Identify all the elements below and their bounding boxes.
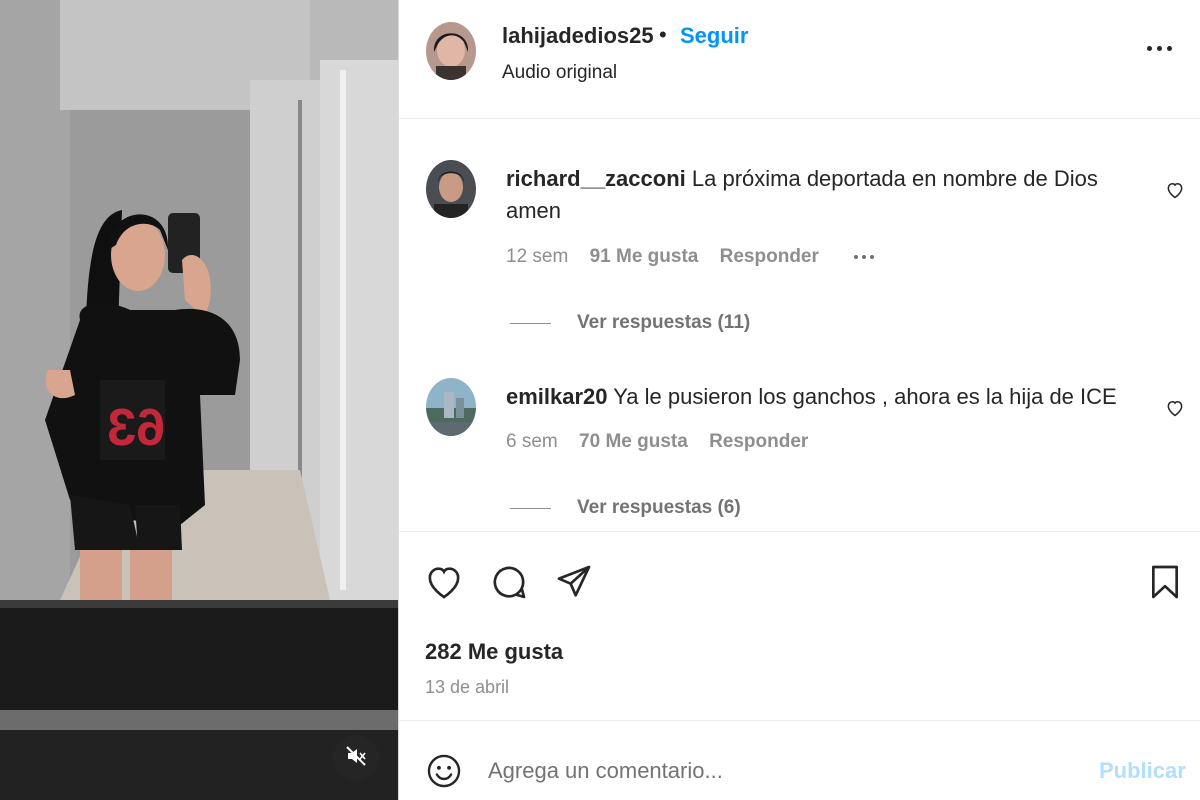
like-button[interactable] [424, 562, 464, 602]
more-horizontal-icon [1147, 45, 1152, 51]
comment-input[interactable] [488, 755, 1078, 787]
comment-icon [493, 566, 526, 599]
comment-button[interactable] [489, 562, 529, 602]
emoji-picker-button[interactable] [425, 752, 463, 790]
more-dot [1157, 45, 1162, 51]
comment-username[interactable]: emilkar20 [506, 384, 608, 409]
view-replies-label: Ver respuestas (6) [577, 497, 741, 518]
post-header: lahijadedios25 • Seguir Audio original [399, 0, 1200, 119]
view-replies-label: Ver respuestas (11) [577, 312, 751, 333]
comment-options-button[interactable] [854, 254, 875, 259]
comment-body: richard__zacconi La próxima deportada en… [506, 163, 1126, 227]
reply-button[interactable]: Responder [720, 246, 819, 267]
post-date: 13 de abril [425, 677, 510, 697]
separator-dot: • [659, 22, 667, 47]
speaker-muted-icon [344, 744, 368, 773]
comment-like-button[interactable] [1165, 180, 1185, 200]
post-media-video[interactable]: 63 [0, 0, 398, 800]
publish-button[interactable]: Publicar [1099, 758, 1186, 784]
audio-link[interactable]: Audio original [502, 62, 617, 84]
post-likes-count[interactable]: 282 Me gusta [425, 639, 563, 665]
comment-like-button[interactable] [1165, 398, 1185, 418]
comment-likes[interactable]: 91 Me gusta [590, 246, 699, 267]
comment-composer: Publicar [399, 722, 1200, 800]
replies-line [510, 507, 551, 509]
emoji-icon [427, 754, 461, 788]
comment-likes[interactable]: 70 Me gusta [579, 431, 688, 452]
comment-meta: 6 sem 70 Me gusta Responder [506, 431, 808, 453]
author-username[interactable]: lahijadedios25 [502, 23, 654, 49]
commenter-avatar[interactable] [426, 378, 476, 436]
commenter-avatar[interactable] [426, 160, 476, 218]
comment-body: emilkar20 Ya le pusieron los ganchos , a… [506, 381, 1126, 413]
share-button[interactable] [554, 562, 594, 602]
comment-meta: 12 sem 91 Me gusta Responder [506, 246, 875, 268]
video-frame-image: 63 [0, 0, 398, 800]
more-horizontal-icon [854, 254, 859, 259]
more-dot [862, 254, 867, 259]
post-actions-bar: 282 Me gusta 13 de abril [399, 531, 1200, 721]
more-dot [1167, 45, 1172, 51]
comment-age: 6 sem [506, 431, 558, 452]
author-avatar[interactable] [426, 22, 476, 80]
heart-icon [428, 567, 460, 599]
reply-button[interactable]: Responder [709, 431, 808, 452]
heart-icon [1167, 400, 1183, 417]
more-options-button[interactable] [1147, 40, 1177, 56]
save-button[interactable] [1145, 562, 1185, 602]
follow-button[interactable]: Seguir [680, 23, 748, 49]
comment-age: 12 sem [506, 246, 569, 267]
comment-text: Ya le pusieron los ganchos , ahora es la… [613, 384, 1117, 409]
post-details-panel: lahijadedios25 • Seguir Audio original r… [399, 0, 1200, 800]
more-dot [870, 254, 875, 259]
mute-toggle-button[interactable] [333, 735, 379, 781]
replies-line [510, 322, 551, 324]
view-replies-button[interactable]: Ver respuestas (6) [510, 497, 741, 519]
comment-username[interactable]: richard__zacconi [506, 166, 686, 191]
svg-text:63: 63 [107, 399, 165, 457]
view-replies-button[interactable]: Ver respuestas (11) [510, 312, 750, 334]
heart-icon [1167, 182, 1183, 199]
bookmark-icon [1152, 565, 1178, 599]
send-icon [557, 565, 591, 597]
